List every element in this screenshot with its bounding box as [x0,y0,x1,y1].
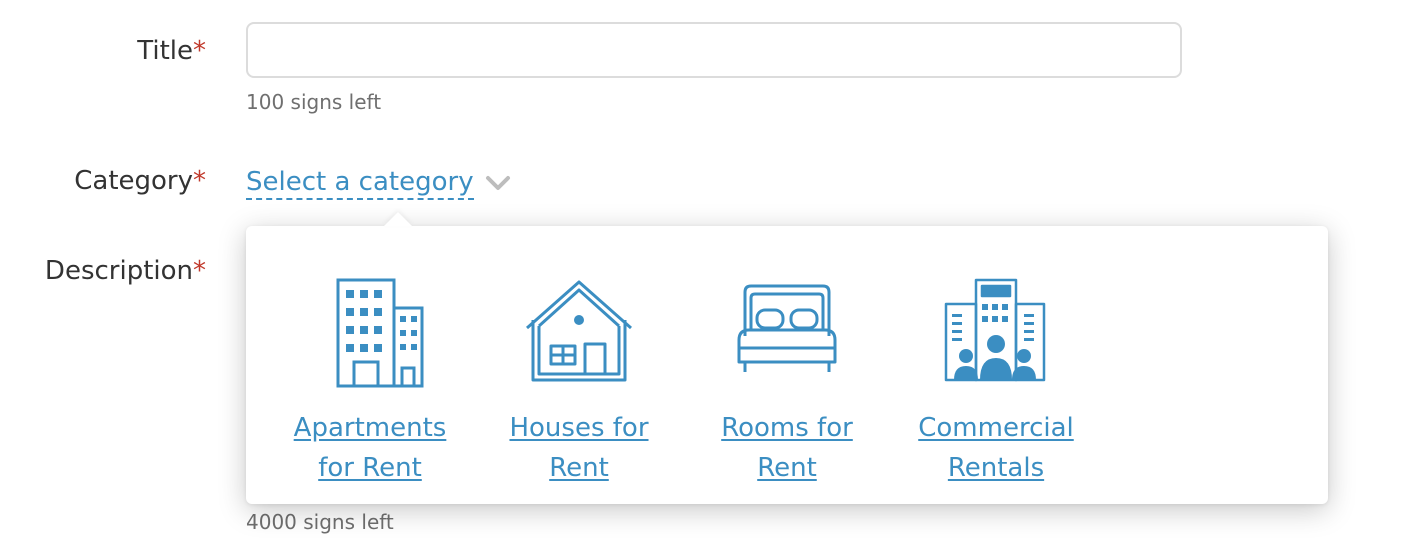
category-label-text: Category [74,166,193,196]
category-option-label[interactable]: Rooms for Rent [682,408,892,488]
bed-icon[interactable] [727,276,847,388]
label-line-2[interactable]: for Rent [318,453,422,483]
category-option-commercial[interactable]: Commercial Rentals [891,226,1101,504]
title-input[interactable] [246,22,1182,78]
category-dropdown: Apartments for Rent Houses for Rent Room… [246,212,1328,504]
category-option-apartments[interactable]: Apartments for Rent [265,226,475,504]
category-option-label[interactable]: Commercial Rentals [891,408,1101,488]
commercial-building-icon[interactable] [936,276,1056,388]
apartment-building-icon[interactable] [310,276,430,388]
category-select[interactable]: Select a category [246,166,512,200]
title-label: Title* [137,36,206,66]
label-line-1[interactable]: Rooms for [721,413,853,443]
title-label-text: Title [137,36,193,66]
category-option-rooms[interactable]: Rooms for Rent [682,226,892,504]
label-line-2[interactable]: Rentals [948,453,1044,483]
category-label: Category* [74,166,206,196]
title-chars-left: 100 signs left [246,90,382,114]
dropdown-pointer [384,212,412,226]
category-select-text[interactable]: Select a category [246,166,474,200]
label-line-1[interactable]: Apartments [294,413,447,443]
description-label: Description* [45,256,206,286]
label-line-1[interactable]: Commercial [918,413,1074,443]
description-label-text: Description [44,256,193,286]
category-option-label[interactable]: Apartments for Rent [265,408,475,488]
required-mark: * [193,166,206,196]
category-option-houses[interactable]: Houses for Rent [474,226,684,504]
label-line-1[interactable]: Houses for [509,413,648,443]
label-line-2[interactable]: Rent [549,453,609,483]
listing-form: Title* 100 signs left Category* Select a… [0,0,1416,548]
required-mark: * [193,36,206,66]
chevron-down-icon[interactable] [484,173,512,193]
label-line-2[interactable]: Rent [757,453,817,483]
description-chars-left: 4000 signs left [246,510,394,534]
house-icon[interactable] [519,276,639,388]
required-mark: * [193,256,206,286]
category-option-label[interactable]: Houses for Rent [474,408,684,488]
